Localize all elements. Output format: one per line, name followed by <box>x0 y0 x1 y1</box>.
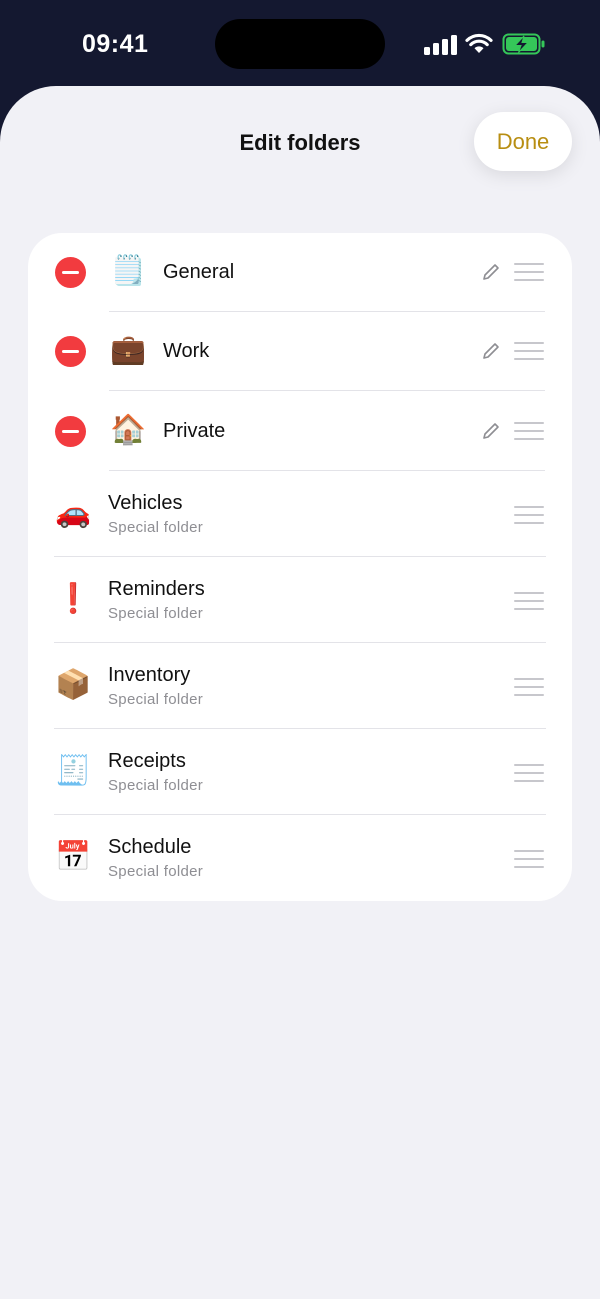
delete-folder-button[interactable] <box>55 257 86 288</box>
divider <box>109 390 545 391</box>
status-time: 09:41 <box>82 30 149 58</box>
folder-name: Reminders <box>108 578 205 600</box>
folder-name: Schedule <box>108 836 192 858</box>
drag-handle-icon[interactable] <box>514 263 544 281</box>
drag-handle-icon[interactable] <box>514 342 544 360</box>
folder-row-general[interactable]: 🗒️ General <box>28 233 572 312</box>
drag-handle-icon[interactable] <box>514 506 544 524</box>
notepad-icon: 🗒️ <box>110 253 147 287</box>
edit-folders-sheet: Edit folders Done 🗒️ General 💼 Work 🏠 Pr… <box>0 86 600 1299</box>
drag-handle-icon[interactable] <box>514 850 544 868</box>
folder-row-work[interactable]: 💼 Work <box>28 312 572 391</box>
receipt-icon: 🧾 <box>55 753 92 787</box>
folder-subtitle: Special folder <box>108 777 204 794</box>
folders-list: 🗒️ General 💼 Work 🏠 Private 🚗 Vehicles S… <box>28 233 572 901</box>
dynamic-island <box>215 19 385 69</box>
folder-subtitle: Special folder <box>108 691 204 708</box>
pencil-icon[interactable] <box>482 263 500 281</box>
folder-name: General <box>163 261 235 283</box>
drag-handle-icon[interactable] <box>514 764 544 782</box>
folder-row-private[interactable]: 🏠 Private <box>28 392 572 471</box>
folder-row-reminders[interactable]: ❗ Reminders Special folder <box>28 557 572 643</box>
folder-row-receipts[interactable]: 🧾 Receipts Special folder <box>28 729 572 815</box>
done-button[interactable]: Done <box>474 112 572 171</box>
folder-subtitle: Special folder <box>108 863 204 880</box>
folder-subtitle: Special folder <box>108 519 204 536</box>
drag-handle-icon[interactable] <box>514 422 544 440</box>
folder-subtitle: Special folder <box>108 605 204 622</box>
drag-handle-icon[interactable] <box>514 592 544 610</box>
briefcase-icon: 💼 <box>110 332 147 366</box>
package-icon: 📦 <box>55 667 92 701</box>
cellular-signal-icon <box>424 33 458 55</box>
car-icon: 🚗 <box>55 495 92 529</box>
drag-handle-icon[interactable] <box>514 678 544 696</box>
folder-row-vehicles[interactable]: 🚗 Vehicles Special folder <box>28 471 572 557</box>
exclamation-icon: ❗ <box>55 581 92 615</box>
folder-name: Vehicles <box>108 492 183 514</box>
status-bar: 09:41 <box>0 0 600 88</box>
delete-folder-button[interactable] <box>55 336 86 367</box>
pencil-icon[interactable] <box>482 342 500 360</box>
house-icon: 🏠 <box>110 412 147 446</box>
folder-row-schedule[interactable]: 📅 Schedule Special folder <box>28 815 572 901</box>
folder-name: Receipts <box>108 750 186 772</box>
battery-charging-icon <box>502 33 545 55</box>
folder-name: Work <box>163 340 210 362</box>
calendar-icon: 📅 <box>55 839 92 873</box>
folder-row-inventory[interactable]: 📦 Inventory Special folder <box>28 643 572 729</box>
pencil-icon[interactable] <box>482 422 500 440</box>
wifi-icon <box>465 33 493 53</box>
folder-name: Inventory <box>108 664 191 686</box>
folder-name: Private <box>163 420 226 442</box>
delete-folder-button[interactable] <box>55 416 86 447</box>
